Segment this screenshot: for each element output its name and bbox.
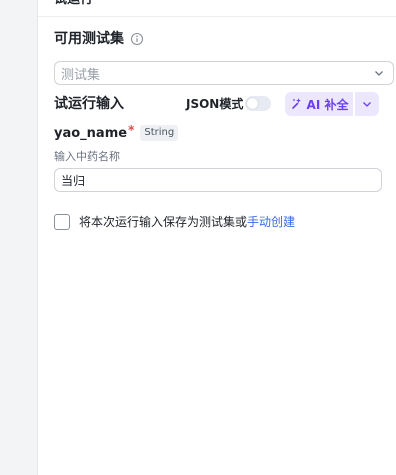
param-name: yao_name <box>54 125 128 141</box>
save-label: 将本次运行输入保存为测试集或 <box>79 215 248 229</box>
json-mode-label: JSON模式 <box>186 97 244 111</box>
param-header: yao_name * String <box>54 123 179 141</box>
required-mark: * <box>128 123 135 137</box>
param-description: 输入中药名称 <box>54 150 120 163</box>
param-value-input[interactable]: 当归 <box>54 168 382 192</box>
run-panel: 试运行 可用测试集 测试集 试运行输入 JSON模式 <box>38 0 396 475</box>
ai-complete-label: AI 补全 <box>306 97 349 112</box>
param-type-tag: String <box>140 125 179 141</box>
param-value: 当归 <box>61 173 86 188</box>
chevron-down-icon <box>373 67 385 79</box>
chevron-down-icon <box>361 98 373 110</box>
run-input-title: 试运行输入 <box>54 96 124 112</box>
panel-header: 试运行 <box>38 0 396 17</box>
save-label-wrap: 将本次运行输入保存为测试集或手动创建 <box>79 213 295 230</box>
sparkle-icon <box>290 97 302 112</box>
dataset-select[interactable]: 测试集 <box>54 61 394 85</box>
toggle-knob <box>247 98 258 109</box>
json-mode-toggle[interactable] <box>245 96 271 111</box>
save-checkbox[interactable] <box>54 213 70 230</box>
left-gutter <box>0 0 38 475</box>
save-as-dataset-row: 将本次运行输入保存为测试集或手动创建 <box>54 213 295 230</box>
info-icon[interactable] <box>130 32 144 46</box>
panel-title: 试运行 <box>54 0 93 9</box>
manual-create-link[interactable]: 手动创建 <box>247 215 295 229</box>
ai-complete-button[interactable]: AI 补全 <box>285 92 353 116</box>
dataset-title: 可用测试集 <box>54 31 124 47</box>
dataset-section-title: 可用测试集 <box>54 29 144 49</box>
dataset-placeholder: 测试集 <box>61 67 101 83</box>
ai-options-dropdown[interactable] <box>355 92 379 116</box>
